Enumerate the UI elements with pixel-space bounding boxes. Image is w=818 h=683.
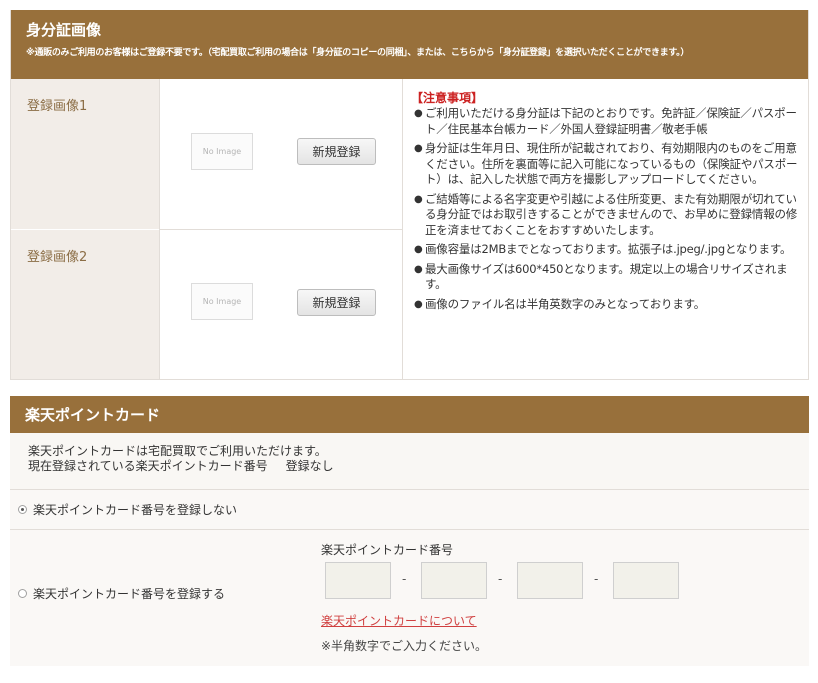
id-image-section: 身分証画像 ※通販のみご利用のお客様はご登録不要です。（宅配買取ご利用の場合は「…: [10, 10, 809, 380]
option-register-row: 楽天ポイントカード番号を登録する 楽天ポイントカード番号 - - - 楽天ポイン…: [10, 530, 809, 666]
card-number-input-4[interactable]: [613, 562, 679, 599]
rakuten-section-title: 楽天ポイントカード: [25, 406, 161, 424]
id-section-title: 身分証画像: [26, 21, 102, 39]
note-item: ● 最大画像サイズは600*450となります。規定以上の場合リサイズされます。: [414, 261, 788, 292]
card-number-input-3[interactable]: [517, 562, 583, 599]
card-number-input-2[interactable]: [421, 562, 487, 599]
rakuten-description: 楽天ポイントカードは宅配買取でご利用いただけます。 現在登録されている楽天ポイン…: [10, 433, 809, 490]
rakuten-desc-line2: 現在登録されている楽天ポイントカード番号 登録なし: [28, 459, 334, 473]
registration-status: 登録なし: [285, 459, 334, 473]
option-no-register-row[interactable]: 楽天ポイントカード番号を登録しない: [10, 490, 809, 530]
option-register[interactable]: 楽天ポイントカード番号を登録する: [18, 585, 225, 602]
row-content-image-2: No Image 新規登録: [159, 230, 402, 379]
card-number-separator: -: [594, 572, 599, 586]
id-section-body: 登録画像1 No Image 新規登録 登録画像2 No Image 新規登録 …: [11, 79, 808, 379]
card-number-input-1[interactable]: [325, 562, 391, 599]
id-section-header: 身分証画像 ※通販のみご利用のお客様はご登録不要です。（宅配買取ご利用の場合は「…: [11, 10, 808, 79]
bullet-icon: ●: [414, 263, 423, 275]
no-image-placeholder: No Image: [191, 283, 253, 320]
row-label-image-2: 登録画像2: [11, 230, 159, 379]
half-width-note: ※半角数字でご入力ください。: [321, 639, 488, 653]
row-label-image-1: 登録画像1: [11, 79, 159, 230]
id-section-note: ※通販のみご利用のお客様はご登録不要です。（宅配買取ご利用の場合は「身分証のコピ…: [26, 48, 690, 58]
new-register-button-2[interactable]: 新規登録: [297, 289, 376, 316]
notes-title: 【注意事項】: [411, 91, 484, 105]
radio-register[interactable]: [18, 589, 27, 598]
note-item: ● 身分証は生年月日、現住所が記載されており、有効期限内のものをご用意ください。住…: [414, 141, 798, 186]
option-no-register-label[interactable]: 楽天ポイントカード番号を登録しない: [33, 501, 237, 518]
rakuten-section-header: 楽天ポイントカード: [10, 396, 809, 433]
rakuten-point-card-section: 楽天ポイントカード 楽天ポイントカードは宅配買取でご利用いただけます。 現在登録…: [10, 396, 809, 667]
option-register-label[interactable]: 楽天ポイントカード番号を登録する: [33, 585, 225, 602]
note-item: ● 画像のファイル名は半角英数字のみとなっております。: [414, 296, 706, 311]
new-register-button-1[interactable]: 新規登録: [297, 138, 376, 165]
bullet-icon: ●: [414, 244, 423, 255]
bullet-icon: ●: [414, 108, 423, 119]
note-item: ● 画像容量は2MBまでとなっております。拡張子は.jpeg/.jpgとなります。: [414, 242, 792, 256]
row-content-image-1: No Image 新規登録: [159, 79, 402, 230]
card-number-separator: -: [498, 572, 503, 586]
bullet-icon: ●: [414, 143, 423, 154]
note-item: ● ご結婚等による名字変更や引越による住所変更、また有効期限が切れている身分証では…: [414, 191, 798, 237]
notes-panel: 【注意事項】 ● ご利用いただける身分証は下記のとおりです。免許証／保険証／パスポ…: [402, 79, 808, 379]
about-rakuten-card-link[interactable]: 楽天ポイントカードについて: [321, 612, 477, 629]
card-number-label: 楽天ポイントカード番号: [321, 543, 454, 557]
notes-list: ● ご利用いただける身分証は下記のとおりです。免許証／保険証／パスポート／住民基本…: [411, 106, 800, 312]
radio-no-register[interactable]: [18, 505, 27, 514]
note-item: ● ご利用いただける身分証は下記のとおりです。免許証／保険証／パスポート／住民基本…: [414, 106, 797, 136]
bullet-icon: ●: [414, 298, 423, 310]
card-number-separator: -: [402, 572, 407, 586]
rakuten-desc-line1: 楽天ポイントカードは宅配買取でご利用いただけます。: [28, 444, 327, 458]
no-image-placeholder: No Image: [191, 133, 253, 170]
bullet-icon: ●: [414, 193, 423, 205]
